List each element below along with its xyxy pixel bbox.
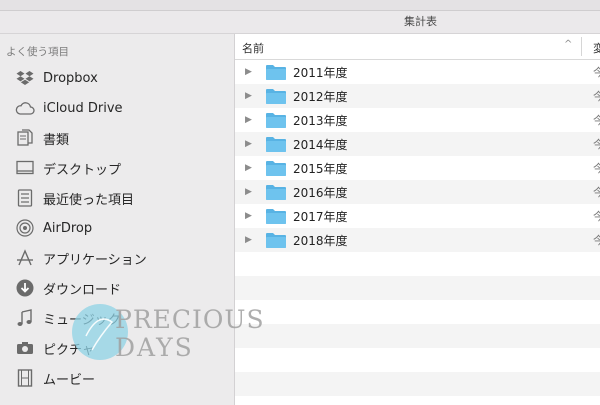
sidebar-item-label: iCloud Drive xyxy=(43,100,123,116)
sidebar-item-dropbox[interactable]: Dropbox xyxy=(14,66,232,90)
modified-date: 今 xyxy=(593,210,600,223)
disclosure-triangle-icon[interactable]: ▶ xyxy=(245,115,255,125)
sidebar-item-movies[interactable]: ムービー xyxy=(14,366,232,390)
folder-icon xyxy=(266,209,286,224)
modified-date: 今 xyxy=(593,138,600,151)
sidebar-item-label: デスクトップ xyxy=(43,162,122,178)
sidebar-item-icloud-drive[interactable]: iCloud Drive xyxy=(14,96,232,120)
folder-name: 2012年度 xyxy=(293,89,348,104)
disclosure-triangle-icon[interactable]: ▶ xyxy=(245,163,255,173)
sidebar-heading: よく使う項目 xyxy=(6,46,69,58)
airdrop-icon xyxy=(14,217,36,239)
folder-name: 2017年度 xyxy=(293,209,348,224)
disclosure-triangle-icon[interactable]: ▶ xyxy=(245,235,255,245)
table-row[interactable]: ▶ 2014年度 今 xyxy=(235,132,600,156)
table-row[interactable]: ▶ 2018年度 今 xyxy=(235,228,600,252)
applications-icon xyxy=(14,247,36,269)
sidebar-item-music[interactable]: ミュージック xyxy=(14,306,232,330)
sidebar-item-label: ピクチャ xyxy=(43,342,95,358)
column-header-name[interactable]: 名前 xyxy=(242,40,264,56)
sidebar-item-label: ムービー xyxy=(43,372,96,388)
disclosure-triangle-icon[interactable]: ▶ xyxy=(245,91,255,101)
modified-date: 今 xyxy=(593,162,600,175)
folder-name: 2014年度 xyxy=(293,137,348,152)
folder-icon xyxy=(266,113,286,128)
column-header-bar: 名前 ^ 変 xyxy=(235,34,600,60)
music-icon xyxy=(14,307,36,329)
disclosure-triangle-icon[interactable]: ▶ xyxy=(245,67,255,77)
modified-date: 今 xyxy=(593,90,600,103)
folder-icon xyxy=(266,161,286,176)
sidebar-item-label: AirDrop xyxy=(43,220,93,236)
table-row[interactable]: ▶ 2012年度 今 xyxy=(235,84,600,108)
disclosure-triangle-icon[interactable]: ▶ xyxy=(245,139,255,149)
camera-icon xyxy=(14,337,36,359)
modified-date: 今 xyxy=(593,114,600,127)
folder-name: 2015年度 xyxy=(293,161,348,176)
folder-name: 2016年度 xyxy=(293,185,348,200)
sidebar-item-airdrop[interactable]: AirDrop xyxy=(14,216,232,240)
folder-icon xyxy=(266,233,286,248)
modified-date: 今 xyxy=(593,234,600,247)
recent-items-icon xyxy=(14,187,36,209)
sidebar-item-label: ダウンロード xyxy=(43,282,122,298)
window-title: 集計表 xyxy=(404,15,437,28)
folder-icon xyxy=(266,65,286,80)
sidebar-item-desktop[interactable]: デスクトップ xyxy=(14,156,232,180)
table-row[interactable]: ▶ 2016年度 今 xyxy=(235,180,600,204)
sidebar-item-label: 最近使った項目 xyxy=(43,192,135,208)
empty-row xyxy=(235,300,600,324)
table-row[interactable]: ▶ 2013年度 今 xyxy=(235,108,600,132)
column-separator[interactable] xyxy=(581,37,582,56)
sidebar-item-label: Dropbox xyxy=(43,70,98,86)
empty-row xyxy=(235,348,600,372)
empty-row xyxy=(235,372,600,396)
table-row[interactable]: ▶ 2017年度 今 xyxy=(235,204,600,228)
folder-icon xyxy=(266,89,286,104)
table-row[interactable]: ▶ 2011年度 今 xyxy=(235,60,600,84)
sidebar-item-pictures[interactable]: ピクチャ xyxy=(14,336,232,360)
sidebar-item-label: 書類 xyxy=(43,132,70,148)
column-header-modified[interactable]: 変 xyxy=(593,40,600,56)
disclosure-triangle-icon[interactable]: ▶ xyxy=(245,187,255,197)
window-title-bar[interactable]: 集計表 xyxy=(0,11,600,34)
sidebar-item-recent-items[interactable]: 最近使った項目 xyxy=(14,186,232,210)
documents-icon xyxy=(14,127,36,149)
empty-row xyxy=(235,276,600,300)
film-icon xyxy=(14,367,36,389)
sidebar-item-documents[interactable]: 書類 xyxy=(14,126,232,150)
empty-row xyxy=(235,324,600,348)
sidebar-item-downloads[interactable]: ダウンロード xyxy=(14,276,232,300)
sidebar: よく使う項目 Dropbox iCloud Drive 書類 デスクトップ 最近… xyxy=(0,34,235,405)
folder-name: 2018年度 xyxy=(293,233,348,248)
dropbox-icon xyxy=(14,67,36,89)
window-top-edge xyxy=(0,0,600,11)
file-list: 名前 ^ 変 ▶ 2011年度 今 ▶ 2012年度 今 ▶ 2013年度 今 … xyxy=(235,34,600,405)
folder-name: 2011年度 xyxy=(293,65,348,80)
empty-row xyxy=(235,252,600,276)
sidebar-item-applications[interactable]: アプリケーション xyxy=(14,246,232,270)
folder-name: 2013年度 xyxy=(293,113,348,128)
folder-icon xyxy=(266,185,286,200)
disclosure-triangle-icon[interactable]: ▶ xyxy=(245,211,255,221)
modified-date: 今 xyxy=(593,66,600,79)
sort-indicator-icon[interactable]: ^ xyxy=(564,39,572,50)
table-row[interactable]: ▶ 2015年度 今 xyxy=(235,156,600,180)
sidebar-item-label: ミュージック xyxy=(43,312,121,328)
downloads-icon xyxy=(14,277,36,299)
sidebar-item-label: アプリケーション xyxy=(43,252,147,268)
modified-date: 今 xyxy=(593,186,600,199)
cloud-icon xyxy=(14,97,36,119)
desktop-icon xyxy=(14,157,36,179)
folder-icon xyxy=(266,137,286,152)
